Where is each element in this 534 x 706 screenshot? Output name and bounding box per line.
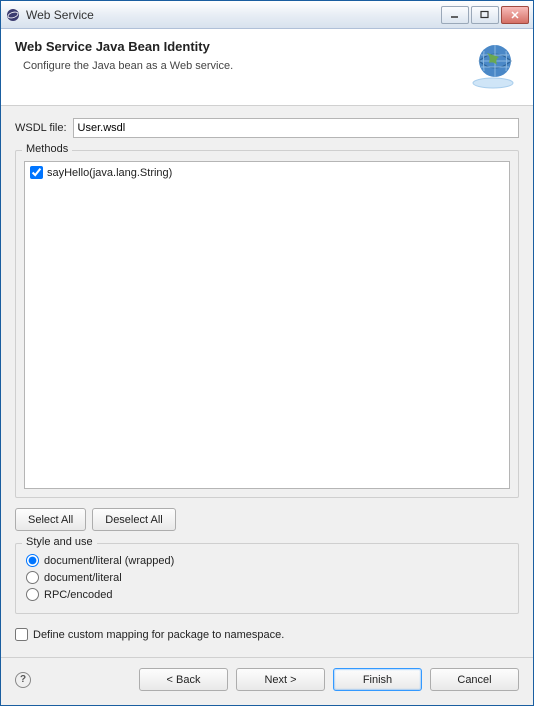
methods-fieldset: Methods sayHello(java.lang.String) bbox=[15, 150, 519, 498]
custom-mapping-checkbox[interactable] bbox=[15, 628, 28, 641]
page-title: Web Service Java Bean Identity bbox=[15, 39, 467, 54]
minimize-button[interactable] bbox=[441, 6, 469, 24]
globe-icon bbox=[467, 39, 519, 91]
window-title: Web Service bbox=[26, 8, 441, 22]
eclipse-icon bbox=[5, 7, 21, 23]
cancel-button[interactable]: Cancel bbox=[430, 668, 519, 691]
window-controls bbox=[441, 6, 529, 24]
radio-input[interactable] bbox=[26, 554, 39, 567]
method-label: sayHello(java.lang.String) bbox=[47, 167, 172, 179]
radio-input[interactable] bbox=[26, 588, 39, 601]
finish-button[interactable]: Finish bbox=[333, 668, 422, 691]
wsdl-file-label: WSDL file: bbox=[15, 122, 67, 134]
radio-doc-literal-wrapped[interactable]: document/literal (wrapped) bbox=[26, 554, 508, 567]
page-subtitle: Configure the Java bean as a Web service… bbox=[23, 60, 467, 72]
custom-mapping-label: Define custom mapping for package to nam… bbox=[33, 629, 284, 641]
next-button[interactable]: Next > bbox=[236, 668, 325, 691]
radio-input[interactable] bbox=[26, 571, 39, 584]
selection-buttons: Select All Deselect All bbox=[15, 508, 519, 531]
dialog-window: Web Service Web Service Java Bean Identi… bbox=[0, 0, 534, 706]
custom-mapping-row[interactable]: Define custom mapping for package to nam… bbox=[15, 628, 519, 641]
dialog-footer: ? < Back Next > Finish Cancel bbox=[1, 657, 533, 705]
close-button[interactable] bbox=[501, 6, 529, 24]
radio-label: document/literal bbox=[44, 572, 122, 584]
help-icon[interactable]: ? bbox=[15, 672, 31, 688]
back-button[interactable]: < Back bbox=[139, 668, 228, 691]
dialog-header: Web Service Java Bean Identity Configure… bbox=[1, 29, 533, 106]
maximize-button[interactable] bbox=[471, 6, 499, 24]
style-legend: Style and use bbox=[22, 536, 97, 548]
style-fieldset: Style and use document/literal (wrapped)… bbox=[15, 543, 519, 614]
wizard-buttons: < Back Next > Finish Cancel bbox=[139, 668, 519, 691]
wsdl-file-input[interactable] bbox=[73, 118, 519, 138]
methods-list[interactable]: sayHello(java.lang.String) bbox=[24, 161, 510, 489]
titlebar: Web Service bbox=[1, 1, 533, 29]
radio-rpc-encoded[interactable]: RPC/encoded bbox=[26, 588, 508, 601]
method-item[interactable]: sayHello(java.lang.String) bbox=[28, 165, 506, 180]
dialog-content: WSDL file: Methods sayHello(java.lang.St… bbox=[1, 106, 533, 657]
radio-doc-literal[interactable]: document/literal bbox=[26, 571, 508, 584]
deselect-all-button[interactable]: Deselect All bbox=[92, 508, 175, 531]
radio-label: document/literal (wrapped) bbox=[44, 555, 174, 567]
wsdl-file-row: WSDL file: bbox=[15, 118, 519, 138]
method-checkbox[interactable] bbox=[30, 166, 43, 179]
methods-legend: Methods bbox=[22, 143, 72, 155]
radio-label: RPC/encoded bbox=[44, 589, 113, 601]
select-all-button[interactable]: Select All bbox=[15, 508, 86, 531]
